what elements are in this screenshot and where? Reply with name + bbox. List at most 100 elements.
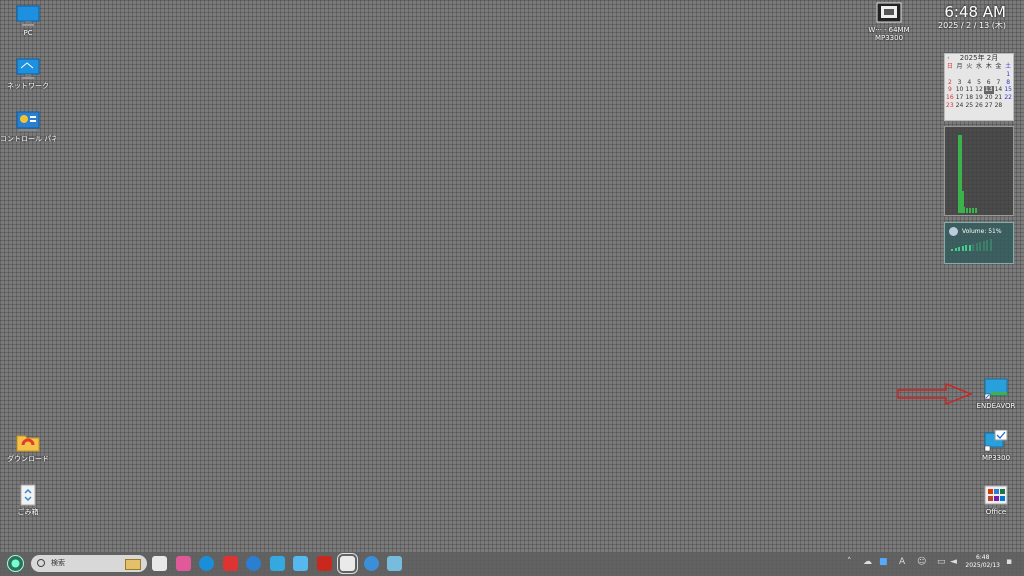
- desktop-icon-label: ダウンロード: [7, 455, 49, 463]
- calendar-day[interactable]: 6: [984, 79, 994, 87]
- calendar-day[interactable]: 5: [974, 79, 984, 87]
- volume-level-bar: [951, 249, 953, 251]
- calendar-weekday: 金: [995, 63, 1002, 70]
- calendar-weekday: 日: [946, 63, 953, 70]
- calendar-day[interactable]: 24: [955, 102, 965, 110]
- calendar-day[interactable]: 23: [945, 102, 955, 110]
- calendar-day[interactable]: 4: [964, 79, 974, 87]
- volume-level-bar: [989, 239, 992, 251]
- ime-indicator[interactable]: A: [899, 557, 905, 567]
- bluetooth-app-icon[interactable]: ■: [879, 557, 888, 567]
- network-icon: [15, 58, 41, 80]
- meter-bar: [975, 208, 977, 213]
- calendar-day[interactable]: 17: [955, 94, 965, 102]
- calendar-day[interactable]: 26: [974, 102, 984, 110]
- calendar-day: [955, 71, 965, 79]
- calendar-day[interactable]: 27: [984, 102, 994, 110]
- control-panel-icon: [15, 111, 41, 133]
- media-app-icon[interactable]: [363, 556, 379, 571]
- taskbar-search[interactable]: 検索: [31, 555, 147, 572]
- calendar-day[interactable]: 8: [1003, 79, 1013, 87]
- calendar-day[interactable]: 14: [994, 86, 1004, 94]
- calendar-day[interactable]: 16: [945, 94, 955, 102]
- red-app-icon[interactable]: [222, 556, 238, 571]
- desktop-icon-pc[interactable]: PC: [0, 5, 56, 37]
- desktop-icon-recycle-bin[interactable]: ごみ箱: [0, 484, 56, 516]
- volume-level-bar: [982, 240, 985, 251]
- emoji-icon[interactable]: ☺: [917, 557, 926, 567]
- blue-circle-app-icon[interactable]: [246, 556, 261, 571]
- desktop-icon-label: ネットワーク: [7, 82, 49, 90]
- notification-icon[interactable]: ▪: [1006, 557, 1012, 567]
- calendar-day[interactable]: 12: [974, 86, 984, 94]
- calendar-day[interactable]: 19: [974, 94, 984, 102]
- calendar-day[interactable]: 1: [1003, 71, 1013, 79]
- desktop-icon-downloads[interactable]: ダウンロード: [0, 431, 56, 463]
- volume-level-bar: [979, 241, 981, 251]
- active-editor-icon[interactable]: [337, 553, 358, 574]
- store-app-icon[interactable]: [293, 556, 308, 571]
- calendar-day[interactable]: 28: [994, 102, 1004, 110]
- device-monitor-icon: [876, 2, 902, 24]
- meter-bar: [966, 208, 968, 213]
- calendar-day[interactable]: 10: [955, 86, 965, 94]
- edge-icon[interactable]: [199, 556, 214, 571]
- cloud-icon[interactable]: ☁: [863, 557, 872, 567]
- calendar-day: [994, 71, 1004, 79]
- desktop-icon-control-panel[interactable]: コントロール パネル: [0, 111, 56, 143]
- calendar-day[interactable]: 15: [1003, 86, 1013, 94]
- calendar-day[interactable]: 25: [964, 102, 974, 110]
- volume-level-bar: [961, 246, 964, 251]
- task-view-icon[interactable]: [152, 556, 167, 571]
- calendar-day[interactable]: 9: [945, 86, 955, 94]
- calendar-day[interactable]: 22: [1003, 94, 1013, 102]
- desktop-icon-label: Office: [985, 508, 1007, 516]
- calendar-weekday: 木: [985, 63, 992, 70]
- calendar-day[interactable]: 20: [984, 94, 994, 102]
- search-highlight-icon: [125, 559, 141, 570]
- paint-app-icon[interactable]: [175, 556, 191, 571]
- settings-app-icon[interactable]: [269, 556, 285, 571]
- calendar-day[interactable]: 2: [945, 79, 955, 87]
- mp3300-shortcut-icon: [983, 429, 1009, 452]
- red-arrow-annotation: [896, 382, 974, 410]
- desktop-icon-network[interactable]: ネットワーク: [0, 58, 56, 90]
- calendar-day: [984, 71, 994, 79]
- calendar-day[interactable]: 13: [983, 86, 994, 95]
- color-app-icon[interactable]: [387, 556, 402, 571]
- volume-level-bar: [986, 240, 988, 251]
- desktop-icon-office[interactable]: Office: [968, 484, 1024, 516]
- calendar-day: [964, 71, 974, 79]
- search-placeholder: 検索: [51, 559, 65, 567]
- calendar-day[interactable]: 18: [964, 94, 974, 102]
- volume-level-bar: [972, 243, 974, 251]
- desktop-icon-mp3300[interactable]: MP3300: [968, 429, 1024, 462]
- word-app-icon[interactable]: [316, 556, 332, 571]
- chevron-left-icon[interactable]: ‹: [947, 54, 950, 63]
- calendar-day[interactable]: 3: [955, 79, 965, 87]
- office-folder-icon: [983, 484, 1009, 506]
- calendar-title: 2025年 2月: [959, 54, 999, 62]
- desktop-icon-device[interactable]: W··· · 64MM MP3300: [861, 2, 917, 42]
- calendar-day[interactable]: 11: [964, 86, 974, 94]
- volume-level-bar: [965, 245, 967, 251]
- volume-widget[interactable]: Volume: 51%: [944, 222, 1014, 264]
- pc-monitor-icon: [15, 5, 41, 27]
- calendar-widget[interactable]: ‹ 2025年 2月 日月火水木金土 1 2 3 4 5 6 7 8 9 10 11 12 13 14 15 1…: [944, 53, 1014, 121]
- desktop-icon-label: ごみ箱: [17, 508, 39, 516]
- speaker-icon: [949, 227, 958, 236]
- taskbar-date: 2025/02/13: [965, 562, 1000, 569]
- calendar-day[interactable]: 7: [994, 79, 1004, 87]
- desktop-icon-label: ENDEAVOR: [976, 402, 1016, 410]
- start-button[interactable]: [7, 555, 24, 572]
- calendar-day[interactable]: 21: [994, 94, 1004, 102]
- calendar-grid: 日月火水木金土 1 2 3 4 5 6 7 8 9 10 11 12 13 14 15 16 17 18 19 20 21…: [945, 63, 1013, 110]
- chevron-up-icon[interactable]: ˄: [847, 557, 852, 567]
- meter-bar: [972, 208, 974, 213]
- desktop-icon-endeavor[interactable]: ENDEAVOR: [968, 378, 1024, 410]
- taskbar-clock[interactable]: 6:48 2025/02/13: [965, 554, 1000, 570]
- display-icon[interactable]: ▭: [937, 557, 946, 567]
- volume-level-bar: [975, 242, 978, 251]
- speaker-tray-icon[interactable]: ◄: [950, 557, 957, 567]
- calendar-weekday: 土: [1005, 63, 1012, 70]
